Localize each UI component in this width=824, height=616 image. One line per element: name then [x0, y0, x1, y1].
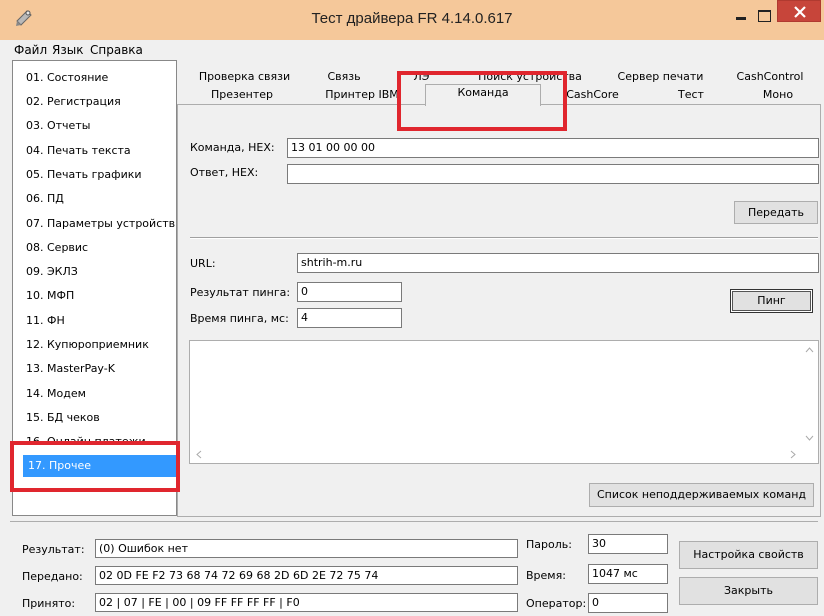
tab-connection-check[interactable]: Проверка связи — [185, 69, 305, 87]
minimize-button[interactable] — [730, 4, 752, 28]
password-label: Пароль: — [526, 538, 572, 551]
command-hex-label: Команда, HEX: — [190, 141, 275, 154]
scroll-up-icon[interactable] — [805, 347, 814, 353]
scroll-right-icon[interactable] — [790, 450, 796, 459]
ping-time-input[interactable]: 4 — [297, 308, 402, 328]
settings-button[interactable]: Настройка свойств — [679, 541, 818, 569]
highlight-frame-other-item — [10, 441, 180, 492]
operator-label: Оператор: — [526, 597, 587, 610]
memo-horizontal-scrollbar[interactable] — [190, 446, 802, 463]
ping-button[interactable]: Пинг — [730, 289, 813, 313]
menu-language[interactable]: Язык — [52, 43, 83, 57]
password-input[interactable]: 30 — [588, 534, 668, 554]
result-field[interactable]: (0) Ошибок нет — [95, 539, 518, 558]
nav-item-pd[interactable]: 06. ПД — [26, 189, 186, 209]
menu-bar: Файл Язык Справка — [10, 40, 816, 59]
minimize-icon — [736, 17, 746, 20]
nav-item-masterpay[interactable]: 13. MasterPay-K — [26, 359, 186, 379]
tab-print-server[interactable]: Сервер печати — [601, 69, 721, 87]
sent-label: Передано: — [22, 570, 83, 583]
nav-item-device-params[interactable]: 07. Параметры устройств — [26, 214, 186, 234]
time-field[interactable]: 1047 мс — [588, 564, 668, 584]
close-button[interactable] — [777, 0, 821, 22]
url-input[interactable]: shtrih-m.ru — [297, 253, 819, 273]
nav-item-print-graphics[interactable]: 05. Печать графики — [26, 165, 186, 185]
command-hex-input[interactable]: 13 01 00 00 00 — [287, 138, 819, 158]
tab-mono[interactable]: Моно — [736, 87, 820, 105]
received-label: Принято: — [22, 597, 76, 610]
nav-item-print-text[interactable]: 04. Печать текста — [26, 141, 186, 161]
received-field[interactable]: 02 | 07 | FE | 00 | 09 FF FF FF FF | F0 — [95, 593, 518, 612]
menu-help[interactable]: Справка — [90, 43, 143, 57]
nav-item-bill-acceptor[interactable]: 12. Купюроприемник — [26, 335, 186, 355]
url-label: URL: — [190, 257, 216, 270]
tab-connection[interactable]: Связь — [304, 69, 385, 87]
ping-result-input[interactable]: 0 — [297, 282, 402, 302]
scroll-down-icon[interactable] — [805, 435, 814, 441]
nav-item-fn[interactable]: 11. ФН — [26, 311, 186, 331]
ping-time-label: Время пинга, мс: — [190, 312, 289, 325]
tab-test[interactable]: Тест — [646, 87, 737, 105]
nav-item-receipts-db[interactable]: 15. БД чеков — [26, 408, 186, 428]
ping-result-label: Результат пинга: — [190, 286, 291, 299]
scroll-left-icon[interactable] — [196, 450, 202, 459]
separator — [190, 237, 818, 239]
nav-item-mfp[interactable]: 10. МФП — [26, 286, 186, 306]
close-icon — [794, 6, 806, 18]
nav-item-registration[interactable]: 02. Регистрация — [26, 92, 186, 112]
answer-hex-label: Ответ, HEX: — [190, 166, 259, 179]
nav-item-service[interactable]: 08. Сервис — [26, 238, 186, 258]
highlight-frame-command-tab — [397, 71, 567, 131]
tab-cashcontrol[interactable]: CashControl — [720, 69, 820, 87]
nav-item-eklz[interactable]: 09. ЭКЛЗ — [26, 262, 186, 282]
unsupported-commands-button[interactable]: Список неподдерживаемых команд — [589, 483, 814, 507]
nav-item-modem[interactable]: 14. Модем — [26, 384, 186, 404]
maximize-icon — [758, 10, 771, 22]
result-label: Результат: — [22, 543, 85, 556]
send-button[interactable]: Передать — [734, 201, 818, 224]
close-window-button[interactable]: Закрыть — [679, 577, 818, 605]
nav-item-reports[interactable]: 03. Отчеты — [26, 116, 186, 136]
maximize-button[interactable] — [752, 4, 776, 28]
output-memo[interactable] — [189, 340, 819, 464]
menu-file[interactable]: Файл — [14, 43, 47, 57]
answer-hex-input[interactable] — [287, 164, 819, 184]
operator-input[interactable]: 0 — [588, 593, 668, 613]
memo-vertical-scrollbar[interactable] — [801, 341, 818, 447]
time-label: Время: — [526, 569, 566, 582]
sent-field[interactable]: 02 0D FE F2 73 68 74 72 69 68 2D 6D 2E 7… — [95, 566, 518, 585]
tab-presenter[interactable]: Презентер — [185, 87, 300, 105]
window-title: Тест драйвера FR 4.14.0.617 — [311, 10, 513, 27]
nav-item-status[interactable]: 01. Состояние — [26, 68, 186, 88]
